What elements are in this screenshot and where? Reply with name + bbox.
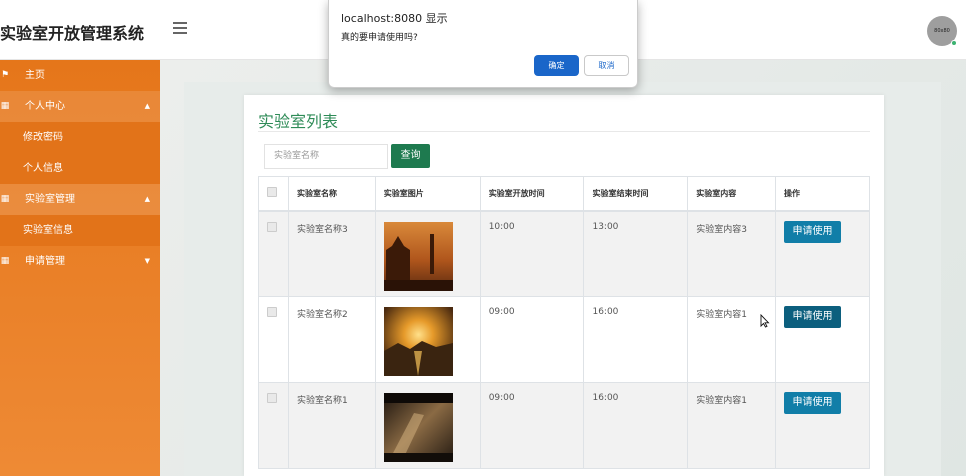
sidebar-item-personal-center[interactable]: ▦ 个人中心 ▲ xyxy=(0,91,160,122)
chevron-up-icon: ▲ xyxy=(144,195,150,203)
apply-button[interactable]: 申请使用 xyxy=(784,306,842,328)
dialog-ok-button[interactable]: 确定 xyxy=(534,55,579,76)
main-content: 实验室列表 实验室名称 查询 实验室名称 实验室图片 实验室开放时间 实验室结束… xyxy=(160,60,966,476)
dialog-cancel-button[interactable]: 取消 xyxy=(584,55,629,76)
sidebar-subitem-lab-info[interactable]: 实验室信息 xyxy=(0,215,160,246)
sidebar-item-label: 申请管理 xyxy=(25,256,65,267)
table-row: 实验室名称1 09:00 16:00 实验室内容1 申请使用 xyxy=(258,382,870,469)
sidebar-item-label: 主页 xyxy=(25,70,45,81)
row-checkbox[interactable] xyxy=(267,393,277,403)
grid-icon: ▦ xyxy=(0,194,10,204)
sidebar-subitem-personal-info[interactable]: 个人信息 xyxy=(0,153,160,184)
row-checkbox[interactable] xyxy=(267,307,277,317)
sidebar-item-application-management[interactable]: ▦ 申请管理 ▼ xyxy=(0,246,160,277)
lab-image xyxy=(383,221,453,291)
lab-image xyxy=(383,393,453,462)
column-header: 操作 xyxy=(775,176,870,212)
chevron-down-icon: ▼ xyxy=(144,257,150,265)
apply-button[interactable]: 申请使用 xyxy=(784,392,842,414)
lab-content-cell: 实验室内容1 xyxy=(687,296,777,383)
sidebar-subitem-label: 个人信息 xyxy=(23,163,63,174)
sidebar: ⚑ 主页 ▦ 个人中心 ▲ 修改密码 个人信息 ▦ 实验室管理 ▲ 实验室信息 … xyxy=(0,60,160,476)
apply-button[interactable]: 申请使用 xyxy=(784,220,842,243)
lab-content-cell: 实验室内容1 xyxy=(687,382,777,469)
table-row: 实验室名称3 10:00 13:00 实验室内容3 申请使用 xyxy=(258,210,870,297)
mouse-cursor-icon xyxy=(760,314,770,328)
table-header-row: 实验室名称 实验室图片 实验室开放时间 实验室结束时间 实验室内容 操作 xyxy=(258,176,870,212)
sidebar-item-home[interactable]: ⚑ 主页 xyxy=(0,60,160,91)
sidebar-item-label: 实验室管理 xyxy=(25,194,75,205)
open-time-cell: 10:00 xyxy=(479,210,585,297)
search-button[interactable]: 查询 xyxy=(391,144,430,168)
column-header: 实验室名称 xyxy=(287,176,376,212)
open-time-cell: 09:00 xyxy=(479,382,585,469)
select-all-checkbox[interactable] xyxy=(267,187,277,198)
grid-icon: ▦ xyxy=(0,101,10,111)
dialog-title: localhost:8080 显示 xyxy=(341,12,448,25)
column-header: 实验室图片 xyxy=(374,176,481,212)
grid-icon: ▦ xyxy=(0,256,10,266)
online-status-dot xyxy=(951,40,957,46)
sidebar-subitem-label: 实验室信息 xyxy=(23,225,73,236)
sidebar-item-lab-management[interactable]: ▦ 实验室管理 ▲ xyxy=(0,184,160,215)
lab-image xyxy=(383,307,453,376)
lab-list-panel: 实验室列表 实验室名称 查询 实验室名称 实验室图片 实验室开放时间 实验室结束… xyxy=(244,95,884,476)
title-divider xyxy=(258,131,870,132)
sidebar-item-label: 个人中心 xyxy=(25,101,65,112)
lab-content-cell: 实验室内容3 xyxy=(687,210,777,297)
dialog-message: 真的要申请使用吗? xyxy=(341,33,418,43)
lab-name-cell: 实验室名称2 xyxy=(287,296,376,383)
column-header: 实验室开放时间 xyxy=(479,176,585,212)
chevron-up-icon: ▲ xyxy=(144,102,150,110)
lab-name-cell: 实验室名称3 xyxy=(287,210,376,297)
app-title: 实验室开放管理系统 xyxy=(0,24,145,43)
column-header: 实验室结束时间 xyxy=(583,176,689,212)
column-header: 实验室内容 xyxy=(687,176,777,212)
lab-table: 实验室名称 实验室图片 实验室开放时间 实验室结束时间 实验室内容 操作 实验室… xyxy=(258,176,870,469)
table-row: 实验室名称2 09:00 16:00 实验室内容1 申请使用 xyxy=(258,296,870,383)
sidebar-subitem-change-password[interactable]: 修改密码 xyxy=(0,122,160,153)
close-time-cell: 13:00 xyxy=(583,210,689,297)
open-time-cell: 09:00 xyxy=(479,296,585,383)
close-time-cell: 16:00 xyxy=(583,382,689,469)
confirm-dialog: localhost:8080 显示 真的要申请使用吗? 确定 取消 xyxy=(328,0,638,88)
menu-toggle-icon[interactable] xyxy=(173,22,187,34)
flag-icon: ⚑ xyxy=(0,70,10,80)
row-checkbox[interactable] xyxy=(267,221,277,232)
lab-name-cell: 实验室名称1 xyxy=(287,382,376,469)
lab-name-search-input[interactable]: 实验室名称 xyxy=(264,144,388,169)
sidebar-subitem-label: 修改密码 xyxy=(23,132,63,143)
page-title: 实验室列表 xyxy=(258,112,339,131)
close-time-cell: 16:00 xyxy=(583,296,689,383)
